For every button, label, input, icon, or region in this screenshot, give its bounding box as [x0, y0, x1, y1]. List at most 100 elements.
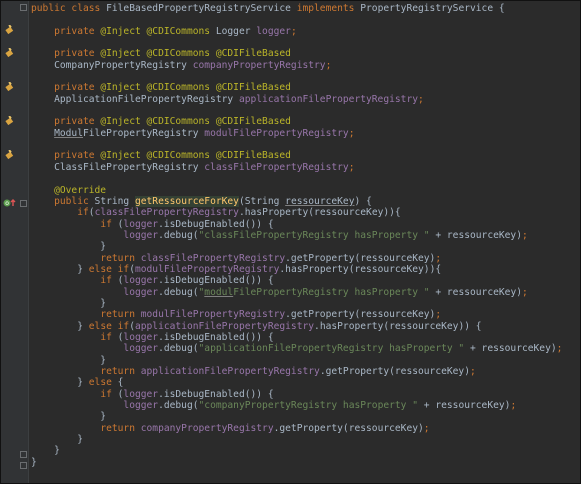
code-token: .hasProperty(ressourceKey)){ [279, 263, 442, 275]
code-token: modulFilePropertyRegistry [204, 127, 349, 139]
code-token: public class [31, 3, 107, 14]
editor-gutter[interactable]: o [1, 1, 29, 483]
code-token: } [31, 434, 83, 446]
code-line[interactable]: @Override [31, 185, 580, 196]
code-token: modul [204, 286, 234, 298]
code-area[interactable]: public class FileBasedPropertyRegistrySe… [31, 1, 580, 483]
code-line[interactable]: logger.debug("classFilePropertyRegistry … [31, 230, 580, 241]
code-line[interactable]: if (logger.isDebugEnabled()) { [31, 275, 580, 286]
code-token: ClassFilePropertyRegistry [31, 161, 205, 173]
code-line[interactable]: ModulFilePropertyRegistry modulFilePrope… [31, 128, 580, 139]
code-token: + ressourceKey) [418, 400, 511, 412]
code-token: + ressourceKey) [429, 229, 522, 241]
code-token: CompanyPropertyRegistry [31, 59, 193, 71]
code-token: public [31, 195, 95, 207]
code-token: ; [423, 422, 430, 434]
code-token: if [100, 331, 118, 343]
code-line[interactable]: return modulFilePropertyRegistry.getProp… [31, 309, 580, 320]
code-editor[interactable]: o public class FileBasedPropertyRegistry… [0, 0, 581, 484]
code-token: @Inject @CDICommons @CDIFileBased [100, 150, 291, 162]
code-line[interactable]: } [31, 434, 580, 445]
code-token: else [88, 377, 118, 389]
code-token: if [100, 388, 118, 400]
code-line[interactable]: return companyPropertyRegistry.getProper… [31, 423, 580, 434]
code-line[interactable] [31, 173, 580, 184]
code-token: ; [325, 59, 332, 71]
code-line[interactable]: } [31, 355, 580, 366]
code-line[interactable] [31, 14, 580, 25]
code-token: .getProperty(ressourceKey) [273, 422, 424, 434]
code-line[interactable]: public String getRessourceForKey(String … [31, 195, 580, 207]
code-line[interactable]: } else if(applicationFilePropertyRegistr… [31, 321, 580, 332]
code-token: PropertyRegistryService { [360, 3, 505, 14]
code-token: applicationFilePropertyRegistry [238, 93, 418, 105]
code-token: } [31, 445, 60, 457]
code-line[interactable]: } else { [31, 377, 580, 388]
code-token: logger [123, 400, 159, 412]
code-line[interactable]: logger.debug("applicationFilePropertyReg… [31, 343, 580, 354]
code-line[interactable]: ClassFilePropertyRegistry classFilePrope… [31, 162, 580, 173]
code-line[interactable] [31, 37, 580, 48]
plug-icon[interactable] [5, 150, 15, 160]
fold-marker[interactable] [20, 4, 27, 11]
code-line[interactable] [31, 71, 580, 82]
code-line[interactable]: public class FileBasedPropertyRegistrySe… [31, 3, 580, 14]
override-method-icon[interactable]: o [3, 198, 17, 208]
code-line[interactable]: } [31, 298, 580, 309]
code-line[interactable]: logger.debug("modulFilePropertyRegistry … [31, 287, 580, 298]
code-line[interactable]: ApplicationFilePropertyRegistry applicat… [31, 94, 580, 105]
code-token: if [100, 218, 118, 230]
code-line[interactable]: private @Inject @CDICommons @CDIFileBase… [31, 150, 580, 161]
code-token: .isDebugEnabled()) { [158, 388, 274, 400]
plug-icon[interactable] [5, 82, 15, 92]
code-line[interactable]: private @Inject @CDICommons Logger logge… [31, 26, 580, 37]
code-token: + ressourceKey) [429, 286, 522, 298]
code-line[interactable] [31, 139, 580, 150]
code-line[interactable]: return applicationFilePropertyRegistry.g… [31, 366, 580, 377]
code-line[interactable]: if (logger.isDebugEnabled()) { [31, 332, 580, 343]
code-line[interactable]: if (logger.isDebugEnabled()) { [31, 219, 580, 230]
code-token: (String [238, 195, 286, 207]
plug-icon[interactable] [5, 25, 15, 35]
code-token: @Inject @CDICommons @CDIFileBased [100, 48, 291, 60]
code-line[interactable]: logger.debug("companyPropertyRegistry ha… [31, 400, 580, 411]
code-line[interactable]: CompanyPropertyRegistry companyPropertyR… [31, 60, 580, 71]
code-line[interactable]: private @Inject @CDICommons @CDIFileBase… [31, 48, 580, 59]
code-line[interactable]: if (logger.isDebugEnabled()) { [31, 389, 580, 400]
code-token: ) { [354, 195, 372, 207]
code-token: { [117, 377, 124, 389]
code-line[interactable] [31, 105, 580, 116]
code-line[interactable]: private @Inject @CDICommons @CDIFileBase… [31, 82, 580, 93]
plug-icon[interactable] [5, 116, 15, 126]
code-token: ; [418, 93, 424, 105]
code-token: ressourceKey [285, 195, 355, 207]
code-token: if [100, 275, 118, 287]
code-line[interactable]: private @Inject @CDICommons @CDIFileBase… [31, 116, 580, 127]
fold-marker[interactable] [20, 200, 27, 207]
code-line[interactable]: } else if(modulFilePropertyRegistry.hasP… [31, 264, 580, 275]
code-token: .debug( [158, 286, 199, 298]
code-token: private [31, 150, 101, 162]
code-token: .isDebugEnabled()) { [158, 331, 274, 343]
fold-marker[interactable] [20, 451, 27, 458]
plug-icon[interactable] [5, 48, 15, 58]
code-token: applicationFilePropertyRegistry [134, 320, 315, 332]
fold-marker[interactable] [20, 462, 27, 469]
code-token: .hasProperty(ressourceKey)) { [314, 320, 482, 332]
code-line[interactable]: } [31, 241, 580, 252]
code-token: } [31, 320, 89, 332]
code-token: .debug( [158, 343, 199, 355]
code-line[interactable]: return classFilePropertyRegistry.getProp… [31, 253, 580, 264]
code-line[interactable]: } [31, 411, 580, 422]
code-line[interactable]: } [31, 445, 580, 456]
code-token: companyPropertyRegistry [140, 422, 274, 434]
code-line[interactable]: if(classFilePropertyRegistry.hasProperty… [31, 207, 580, 218]
code-token: applicationFilePropertyRegistry [140, 366, 320, 377]
code-line[interactable]: } [31, 457, 580, 468]
